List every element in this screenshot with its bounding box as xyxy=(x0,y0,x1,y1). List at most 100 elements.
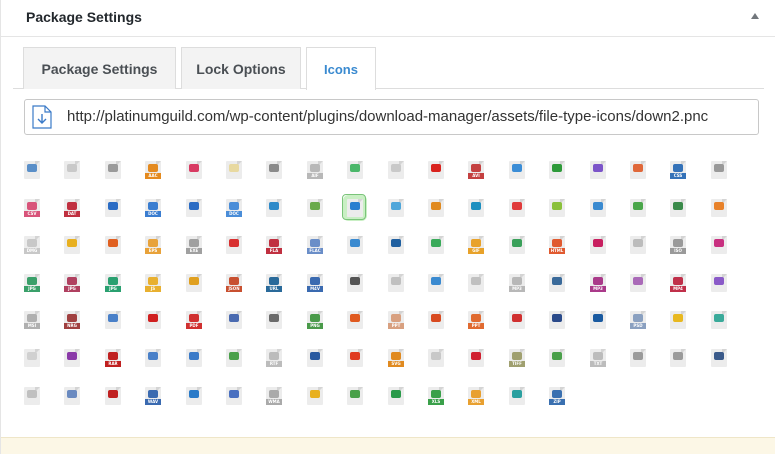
pdf-file-icon[interactable]: PDF xyxy=(186,311,202,329)
music-file-icon[interactable] xyxy=(347,274,363,292)
camera-file-icon[interactable] xyxy=(590,199,606,217)
image-file-icon[interactable] xyxy=(509,161,525,179)
q-file-icon[interactable] xyxy=(428,274,444,292)
gear3-file-icon[interactable] xyxy=(711,349,727,367)
circle-down-file-icon[interactable] xyxy=(468,199,484,217)
volume-file-icon[interactable] xyxy=(226,387,242,405)
doc-file-icon[interactable] xyxy=(105,199,121,217)
svg-file-icon[interactable]: SVG xyxy=(388,349,404,367)
audio-file-icon[interactable] xyxy=(388,161,404,179)
psd-file-icon[interactable]: PSD xyxy=(630,311,646,329)
tab-icons[interactable]: Icons xyxy=(306,47,376,90)
indd-file-icon[interactable] xyxy=(590,236,606,254)
psd-file-icon[interactable] xyxy=(590,311,606,329)
txt-file-icon[interactable]: TXT xyxy=(590,349,606,367)
wma-file-icon[interactable]: WMA xyxy=(266,387,282,405)
aac-file-icon[interactable]: AAC xyxy=(145,161,161,179)
txt-file-icon[interactable] xyxy=(428,349,444,367)
ppt-file-icon[interactable] xyxy=(428,311,444,329)
tab-package-settings[interactable]: Package Settings xyxy=(23,47,176,89)
txt-file-icon[interactable] xyxy=(24,349,40,367)
mpg-file-icon[interactable] xyxy=(711,274,727,292)
psd-file-icon[interactable] xyxy=(549,311,565,329)
rar-file-icon[interactable] xyxy=(64,349,80,367)
circle-file-icon[interactable] xyxy=(64,236,80,254)
pdf-file-icon[interactable] xyxy=(145,311,161,329)
word-file-icon[interactable] xyxy=(186,199,202,217)
green-box-file-icon[interactable] xyxy=(630,199,646,217)
msi-file-icon[interactable]: MSI xyxy=(24,311,40,329)
csv-file-icon[interactable]: CSV xyxy=(24,199,40,217)
circle-file-icon[interactable] xyxy=(670,311,686,329)
ppt-file-icon[interactable]: PPT xyxy=(468,311,484,329)
jpg-file-icon[interactable]: JPG xyxy=(105,274,121,292)
png-file-icon[interactable]: PNG xyxy=(307,311,323,329)
code-file-icon[interactable] xyxy=(630,161,646,179)
wav-file-icon[interactable]: WAV xyxy=(145,387,161,405)
mp3-file-icon[interactable]: MP3 xyxy=(590,274,606,292)
disc-file-icon[interactable] xyxy=(105,161,121,179)
person-file-icon[interactable] xyxy=(186,349,202,367)
list-file-icon[interactable] xyxy=(145,349,161,367)
xls-file-icon[interactable] xyxy=(347,387,363,405)
mp4-file-icon[interactable]: MP4 xyxy=(670,274,686,292)
db-file-icon[interactable] xyxy=(307,199,323,217)
html-file-icon[interactable]: HTML xyxy=(549,236,565,254)
doc-file-icon[interactable]: DOC xyxy=(226,199,242,217)
rtf-file-icon[interactable]: RTF xyxy=(266,349,282,367)
pdf-file-icon[interactable] xyxy=(226,236,242,254)
audio-file-icon[interactable] xyxy=(388,274,404,292)
blank-file-icon[interactable] xyxy=(64,161,80,179)
down-file-icon[interactable] xyxy=(24,161,40,179)
avi-file-icon[interactable]: AVI xyxy=(468,161,484,179)
disc-file-icon[interactable] xyxy=(711,161,727,179)
down-box-file-icon[interactable] xyxy=(549,161,565,179)
zip-file-icon[interactable] xyxy=(509,387,525,405)
php-file-icon[interactable] xyxy=(226,311,242,329)
sheet-file-icon[interactable] xyxy=(226,349,242,367)
mpg-file-icon[interactable] xyxy=(630,274,646,292)
dmg-file-icon[interactable]: DMG xyxy=(24,236,40,254)
stamp-file-icon[interactable] xyxy=(670,199,686,217)
ppt-file-icon[interactable]: PPT xyxy=(388,311,404,329)
circle-down-file-icon[interactable] xyxy=(428,199,444,217)
gear-file-icon[interactable] xyxy=(266,311,282,329)
xls-file-icon[interactable] xyxy=(307,387,323,405)
down2-file-icon[interactable] xyxy=(342,194,366,220)
box-file-icon[interactable] xyxy=(388,199,404,217)
zip-file-icon[interactable]: ZIP xyxy=(549,387,565,405)
nrg-file-icon[interactable]: NRG xyxy=(64,311,80,329)
wav-file-icon[interactable] xyxy=(64,387,80,405)
android-file-icon[interactable] xyxy=(549,199,565,217)
sheet2-file-icon[interactable] xyxy=(549,349,565,367)
blue-dot-file-icon[interactable] xyxy=(388,236,404,254)
landscape-file-icon[interactable] xyxy=(347,236,363,254)
orange-file-icon[interactable] xyxy=(711,199,727,217)
tiff-file-icon[interactable]: TIFF xyxy=(509,349,525,367)
check-file-icon[interactable] xyxy=(428,236,444,254)
icon-url-input[interactable]: http://platinumguild.com/wp-content/plug… xyxy=(24,99,759,135)
headphone-file-icon[interactable] xyxy=(549,274,565,292)
cloud-file-icon[interactable] xyxy=(590,161,606,179)
gear2-file-icon[interactable] xyxy=(307,349,323,367)
dat-file-icon[interactable]: DAT xyxy=(64,199,80,217)
exe-file-icon[interactable]: EXE xyxy=(186,236,202,254)
collapse-arrow-icon[interactable] xyxy=(751,13,759,19)
dots-file-icon[interactable] xyxy=(670,349,686,367)
flac-file-icon[interactable]: FLAC xyxy=(307,236,323,254)
iso-file-icon[interactable] xyxy=(630,236,646,254)
json-file-icon[interactable]: JSON xyxy=(226,274,242,292)
disc-file-icon[interactable] xyxy=(468,274,484,292)
xml-file-icon[interactable]: XML xyxy=(468,387,484,405)
word-file-icon[interactable] xyxy=(266,199,282,217)
doc-file-icon[interactable]: DOC xyxy=(145,199,161,217)
mp3-file-icon[interactable]: MP3 xyxy=(509,274,525,292)
circle-file-icon[interactable] xyxy=(630,349,646,367)
jpg-file-icon[interactable] xyxy=(186,274,202,292)
x-file-icon[interactable] xyxy=(388,387,404,405)
blank-file-icon[interactable] xyxy=(226,161,242,179)
eps-file-icon[interactable]: EPS xyxy=(145,236,161,254)
acrobat-file-icon[interactable] xyxy=(186,161,202,179)
avi-file-icon[interactable] xyxy=(428,161,444,179)
js-file-icon[interactable]: JS xyxy=(145,274,161,292)
